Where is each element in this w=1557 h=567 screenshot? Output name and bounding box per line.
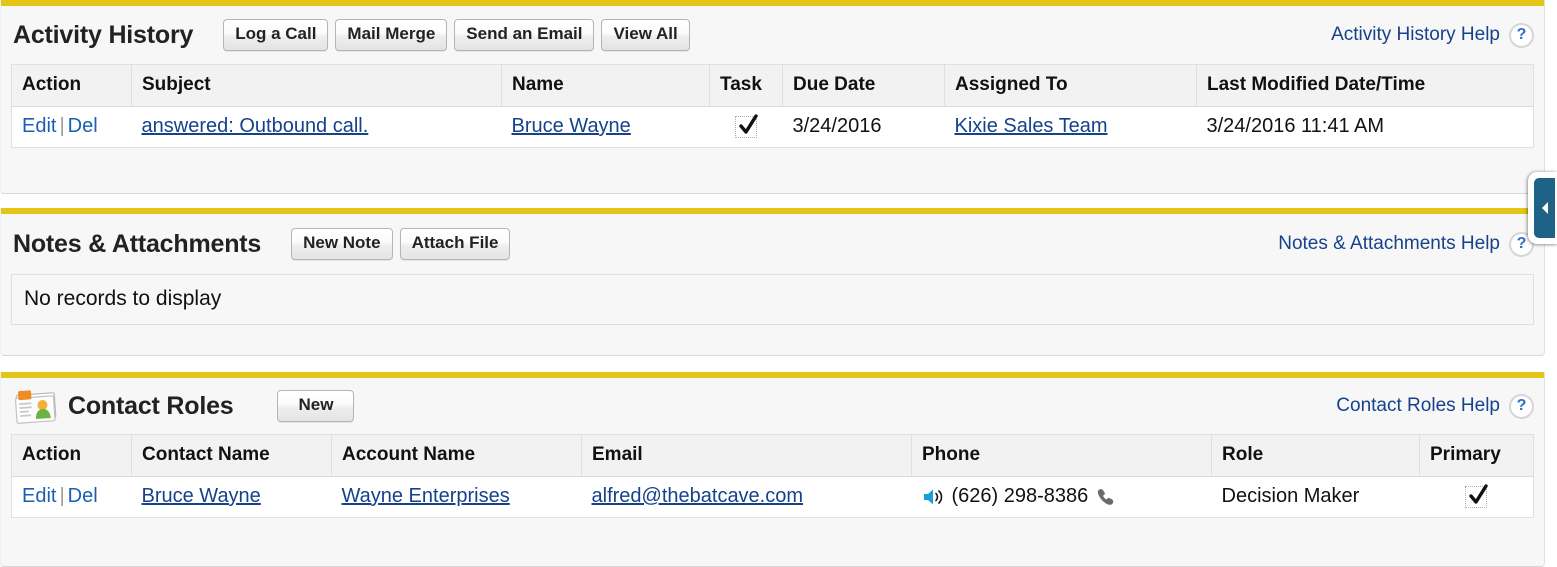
cell-contact-name: Bruce Wayne [131,476,332,518]
telephone-handset-icon[interactable] [1095,487,1117,507]
send-an-email-button[interactable]: Send an Email [454,19,595,51]
click-to-call-icon[interactable] [922,486,945,508]
column-header-role: Role [1211,434,1420,477]
edit-link[interactable]: Edit [22,115,56,137]
action-separator: | [59,485,65,507]
log-a-call-button[interactable]: Log a Call [223,19,329,51]
related-list-activity-history: Activity History Log a Call Mail Merge S… [0,0,1545,194]
section-header-roles: Contact Roles New Contact Roles Help ? [1,378,1544,434]
attach-file-button[interactable]: Attach File [399,228,511,260]
page-root: Activity History Log a Call Mail Merge S… [0,0,1557,567]
column-header-subject: Subject [131,64,502,107]
column-header-action: Action [11,434,132,477]
section-header-activity: Activity History Log a Call Mail Merge S… [1,6,1544,64]
question-mark-icon[interactable]: ? [1509,393,1534,419]
empty-state-message: No records to display [11,274,1534,325]
question-mark-icon[interactable]: ? [1509,22,1534,48]
column-header-name: Name [501,64,710,107]
cell-action: Edit | Del [11,106,132,148]
table-row: Edit | Del Bruce Wayne Wayne Enterprises a… [11,476,1534,518]
contact-roles-table: Action Contact Name Account Name Email P… [11,434,1534,518]
contact-name-link[interactable]: Bruce Wayne [142,485,261,507]
section-help-notes: Notes & Attachments Help ? [1278,231,1534,257]
delete-link[interactable]: Del [68,485,98,507]
cell-role: Decision Maker [1211,476,1420,518]
section-actions-activity: Log a Call Mail Merge Send an Email View… [223,19,690,51]
related-list-notes-attachments: Notes & Attachments New Note Attach File… [0,208,1545,356]
section-title-notes: Notes & Attachments [13,229,262,258]
column-header-contact-name: Contact Name [131,434,332,477]
email-link[interactable]: alfred@thebatcave.com [592,485,804,507]
table-row: Edit | Del answered: Outbound call. Bruce … [11,106,1534,148]
new-note-button[interactable]: New Note [291,228,393,260]
cell-assigned-to: Kixie Sales Team [944,106,1197,148]
section-header-notes: Notes & Attachments New Note Attach File… [1,214,1544,274]
cell-email: alfred@thebatcave.com [581,476,912,518]
view-all-button[interactable]: View All [601,19,690,51]
section-body-roles: Action Contact Name Account Name Email P… [1,434,1544,529]
mail-merge-button[interactable]: Mail Merge [335,19,448,51]
action-separator: | [59,115,65,137]
related-list-contact-roles: Contact Roles New Contact Roles Help ? A… [0,372,1545,567]
cell-subject: answered: Outbound call. [131,106,502,148]
new-contact-role-button[interactable]: New [277,390,355,422]
column-header-account-name: Account Name [331,434,582,477]
cell-name: Bruce Wayne [501,106,710,148]
primary-checked-icon [1465,484,1488,508]
edit-link[interactable]: Edit [22,485,56,507]
contact-roles-help-link[interactable]: Contact Roles Help [1336,395,1500,417]
table-header-row: Action Contact Name Account Name Email P… [11,434,1534,477]
assigned-to-link[interactable]: Kixie Sales Team [955,115,1108,137]
column-header-due-date: Due Date [782,64,945,107]
chevron-left-icon [1534,178,1555,238]
task-checked-icon [735,114,758,138]
contact-name-link[interactable]: Bruce Wayne [512,115,631,137]
activity-history-table: Action Subject Name Task Due Date Assign… [11,64,1534,148]
section-title-roles: Contact Roles [68,391,234,420]
phone-number: (626) 298-8386 [951,485,1089,507]
section-body-activity: Action Subject Name Task Due Date Assign… [1,64,1544,159]
column-header-phone: Phone [911,434,1212,477]
column-header-email: Email [581,434,912,477]
cell-account-name: Wayne Enterprises [331,476,582,518]
column-header-last-modified: Last Modified Date/Time [1196,64,1534,107]
notes-attachments-help-link[interactable]: Notes & Attachments Help [1278,233,1500,255]
section-help-activity: Activity History Help ? [1331,22,1534,48]
cell-phone: (626) 298-8386 [911,476,1212,518]
column-header-task: Task [709,64,783,107]
activity-history-help-link[interactable]: Activity History Help [1331,24,1500,46]
section-actions-notes: New Note Attach File [291,228,511,260]
cell-action: Edit | Del [11,476,132,518]
sidebar-expand-tab[interactable] [1528,172,1557,244]
section-help-roles: Contact Roles Help ? [1336,393,1534,419]
column-header-action: Action [11,64,132,107]
section-actions-roles: New [277,390,355,422]
cell-primary [1419,476,1534,518]
subject-link[interactable]: answered: Outbound call. [142,115,369,137]
contact-card-icon [13,386,59,426]
delete-link[interactable]: Del [68,115,98,137]
section-title-activity: Activity History [13,20,194,49]
cell-last-modified: 3/24/2016 11:41 AM [1196,106,1534,148]
account-name-link[interactable]: Wayne Enterprises [342,485,510,507]
cell-due-date: 3/24/2016 [782,106,945,148]
column-header-assigned-to: Assigned To [944,64,1197,107]
section-body-notes: No records to display [1,274,1544,336]
cell-task [709,106,783,148]
table-header-row: Action Subject Name Task Due Date Assign… [11,64,1534,107]
column-header-primary: Primary [1419,434,1534,477]
